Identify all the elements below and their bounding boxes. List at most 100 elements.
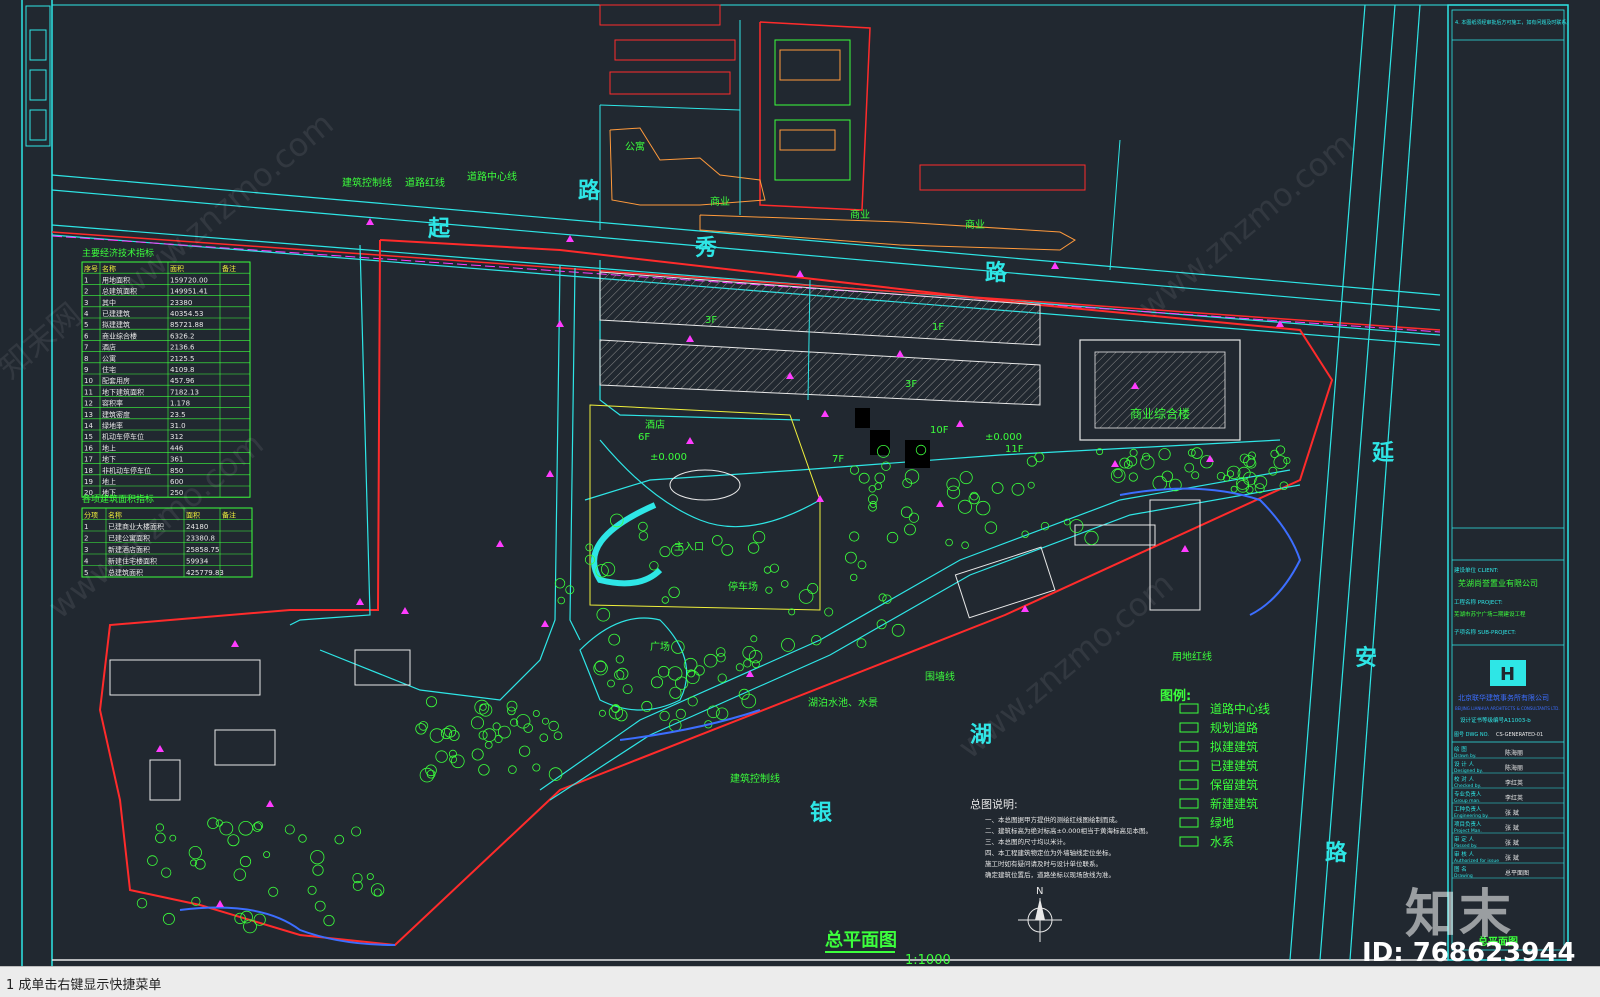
tree-symbol	[608, 633, 621, 646]
notes-line: 三、本总图的尺寸均以米计。	[985, 837, 1070, 846]
area-table-cell: 25858.75	[186, 546, 219, 554]
notes-line: 四、本工程建筑物定位为外墙轴线定位坐标。	[985, 848, 1115, 857]
elevation-marker	[936, 500, 944, 507]
indicator-table-cell: 建筑密度	[102, 410, 130, 419]
cad-drawing-canvas[interactable]: 路 起 秀 路 延 安 路 湖 银 建筑控制线 道路红线 道路中心线 商业综合楼…	[0, 0, 1600, 968]
drawing-no: CS-GENERATED-01	[1496, 732, 1543, 738]
tree-symbol	[946, 485, 961, 499]
road-center-icon	[1179, 703, 1199, 714]
indicator-table-cell: 18	[84, 467, 93, 475]
indicator-table-cell: 16	[84, 444, 93, 452]
west-buildings	[109, 649, 411, 801]
tree-symbol	[450, 754, 465, 769]
tree-symbol	[227, 834, 240, 847]
indicator-table-cell: 3	[84, 299, 88, 307]
tree-symbol	[207, 817, 219, 829]
bldg-label-10f: 10F	[930, 425, 949, 436]
elevation-marker	[566, 235, 574, 242]
elevation-marker	[216, 900, 224, 907]
annotation-commercial: 商业综合楼	[1130, 406, 1190, 421]
tree-symbol	[542, 717, 550, 725]
project-label: 工程名称 PROJECT:	[1454, 598, 1503, 606]
planned-road-icon	[1179, 722, 1199, 733]
tree-symbol	[703, 653, 718, 668]
tree-symbol	[1126, 455, 1138, 467]
tree-symbol	[668, 666, 683, 681]
indicator-table-cell: 312	[170, 433, 183, 441]
area-table-cell: 3	[84, 546, 88, 554]
tree-symbol	[470, 716, 484, 730]
tree-symbol	[298, 834, 307, 843]
indicator-table-cell: 地下	[102, 455, 116, 464]
hotel-curve	[591, 502, 663, 587]
indicator-table-cell: 地下建筑面积	[102, 387, 144, 396]
command-status-bar[interactable]: 1 成单击右键显示快捷菜单	[0, 966, 1600, 997]
watermark-site-4: www.znzmo.com	[951, 565, 1181, 767]
annotation-wall: 围墙线	[925, 670, 955, 683]
tree-symbol	[1184, 462, 1195, 473]
tree-symbol	[1270, 449, 1279, 459]
tree-symbol	[616, 667, 629, 680]
watermark-logo: 知末	[1405, 885, 1514, 945]
tree-symbol	[622, 684, 633, 695]
elevation-marker	[821, 410, 829, 417]
tree-symbol	[1069, 519, 1084, 533]
elevation-marker	[541, 620, 549, 627]
label-hotel: 酒店	[645, 418, 665, 431]
road-label-east-1: 延	[1371, 441, 1395, 466]
hotel-zone	[589, 404, 821, 611]
tree-symbol	[661, 596, 669, 604]
tree-symbol	[557, 596, 566, 605]
tree-symbol	[482, 728, 497, 742]
client-label: 建设单位 CLIENT:	[1454, 566, 1499, 574]
tree-symbol	[435, 750, 448, 763]
elevation-marker	[556, 320, 564, 327]
tree-symbol	[307, 885, 317, 895]
label-shop-2: 商业	[850, 208, 870, 221]
tree-symbol	[659, 546, 671, 558]
tree-symbol	[238, 820, 254, 836]
tree-symbol	[615, 655, 624, 664]
bldg-label-11f: 11F	[1005, 444, 1024, 455]
tree-symbol	[598, 709, 606, 717]
area-table-cell: 23380.8	[186, 535, 215, 543]
label-shop-1: 商业	[710, 195, 730, 208]
tree-symbol	[638, 521, 648, 532]
tree-symbol	[752, 660, 760, 669]
indicator-table-cell: 公寓	[102, 354, 116, 363]
tree-symbol	[807, 583, 819, 595]
tree-symbol	[874, 472, 886, 484]
tree-symbol	[334, 834, 345, 845]
indicator-table-cell: 40354.53	[170, 310, 203, 318]
indicator-table-cell: 11	[84, 388, 93, 396]
road-label-north-2: 秀	[694, 236, 717, 261]
annotation-road-red: 道路红线	[405, 176, 445, 189]
elevation-marker	[1206, 455, 1214, 462]
tree-symbol	[649, 561, 659, 571]
firm-name-en: BEIJING LIANHUA ARCHITECTS & CONSULTANTS…	[1455, 706, 1560, 711]
lake-label-2: 银	[810, 801, 833, 826]
bldg-label-3f: 3F	[705, 315, 717, 326]
left-binding-strip	[21, 0, 53, 966]
tree-symbol	[891, 623, 905, 637]
tree-symbol	[711, 535, 723, 546]
tree-symbol	[136, 898, 148, 909]
road-label-west: 起	[427, 217, 451, 242]
tree-symbol	[1011, 482, 1025, 496]
tree-symbol	[1275, 445, 1286, 455]
new-building-icon	[1179, 798, 1199, 809]
tree-symbol	[717, 673, 727, 683]
title-block: H 4. 本图纸须经审批后方可施工，如有问题及时联系。建设单位 CLIENT: 芜…	[1447, 4, 1571, 961]
tree-symbol	[1236, 479, 1250, 493]
indicator-table-cell: 6326.2	[170, 332, 195, 340]
tree-symbol	[769, 563, 780, 573]
notes-title: 总图说明:	[970, 797, 1018, 811]
tree-symbol	[721, 544, 734, 556]
tree-symbol	[312, 864, 324, 876]
indicator-table-cell: 23.5	[170, 411, 186, 419]
area-table-cell: 425779.83	[186, 569, 224, 577]
indicator-table-cell: 361	[170, 456, 183, 464]
tree-symbol	[991, 482, 1004, 494]
tree-symbol	[707, 705, 720, 719]
tree-symbol	[370, 883, 385, 897]
